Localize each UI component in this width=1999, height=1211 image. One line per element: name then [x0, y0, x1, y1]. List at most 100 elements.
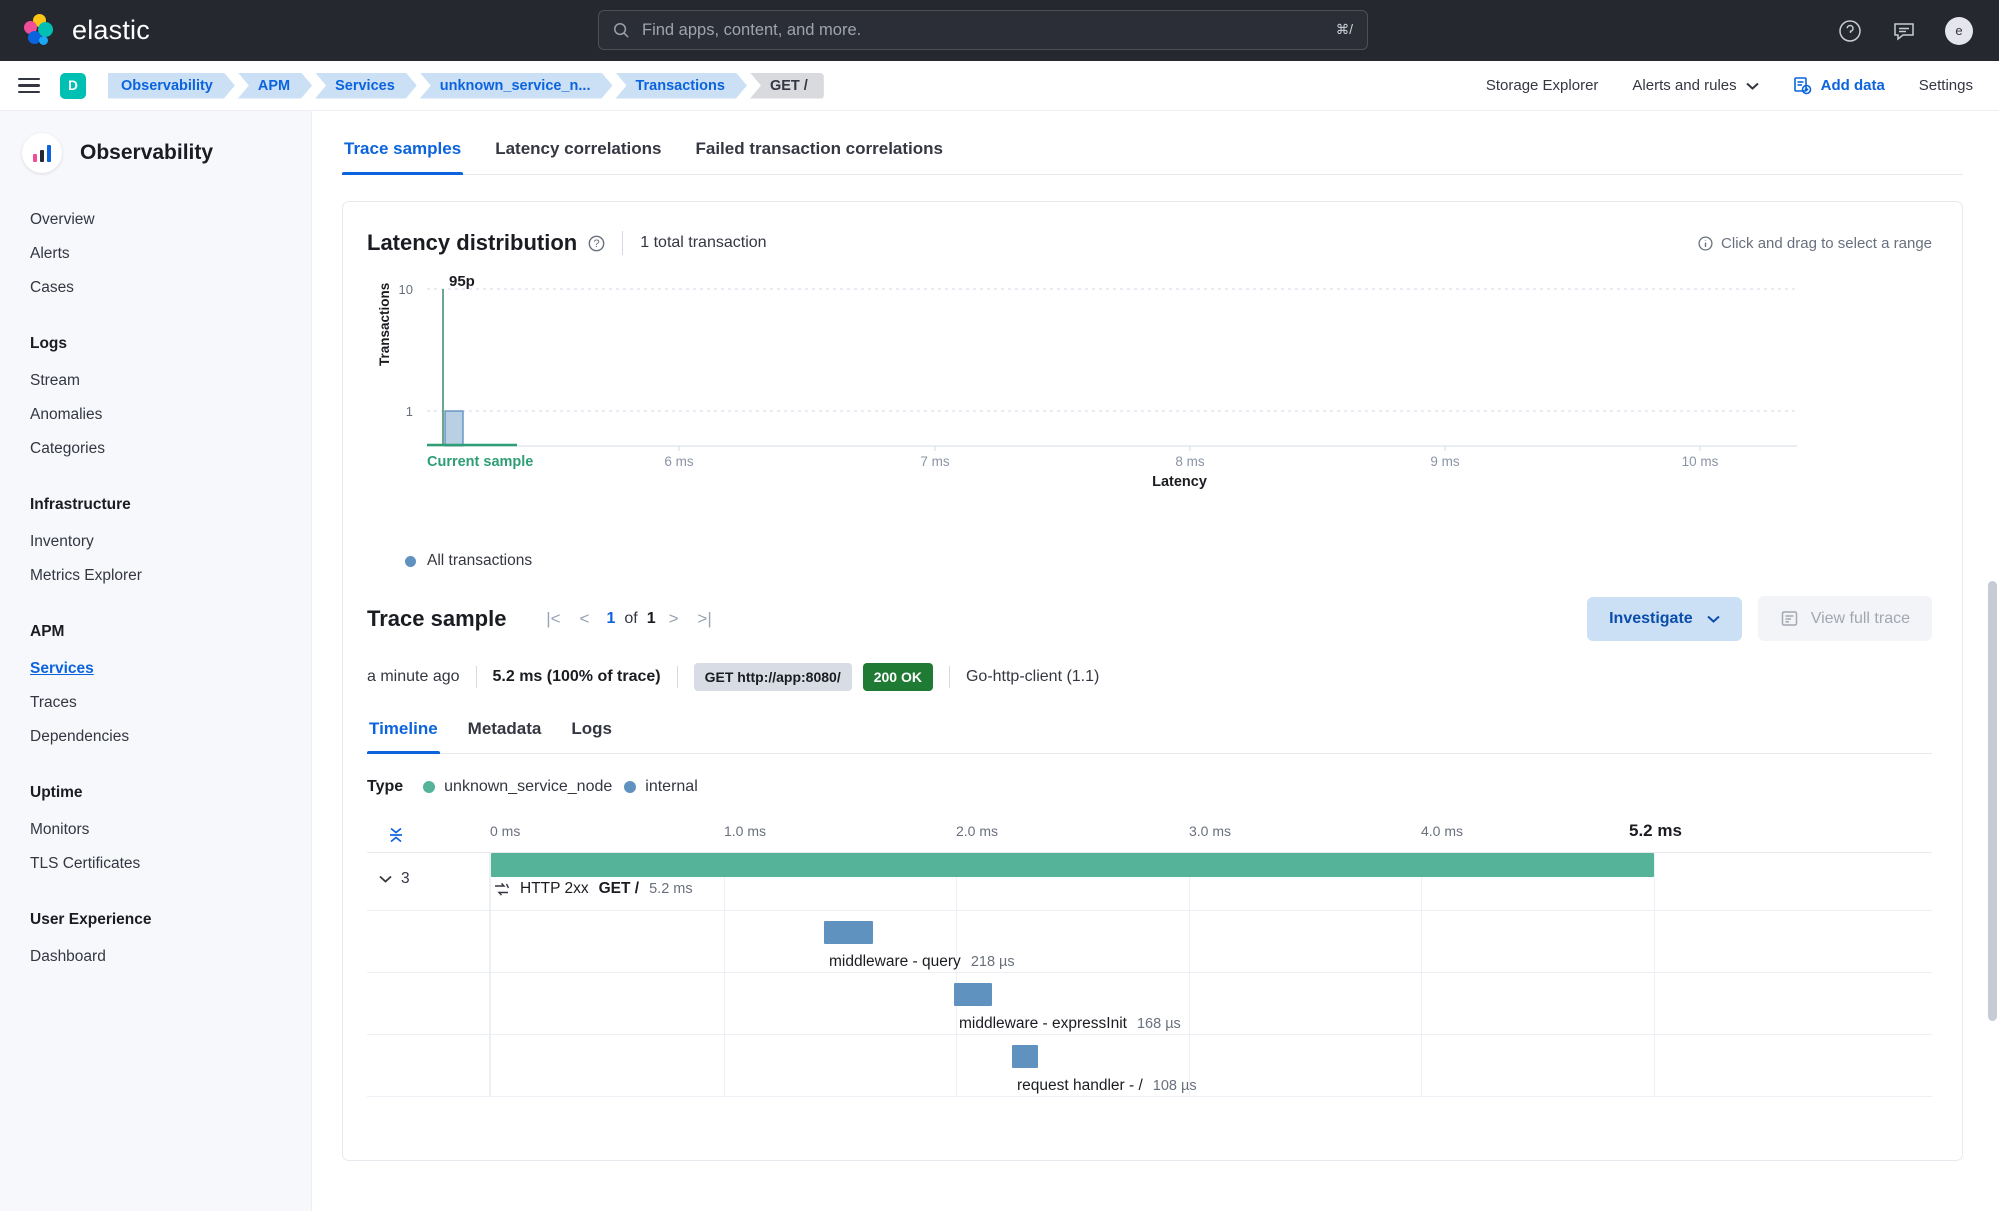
waterfall-span-name: request handler - /: [1017, 1077, 1143, 1095]
pager-next-button[interactable]: >: [661, 606, 687, 632]
space-avatar[interactable]: D: [60, 73, 86, 99]
latency-distribution-chart[interactable]: Transactions 10 1 95p: [367, 274, 1932, 524]
waterfall-rows: 3 HTTP 2xx GET / 5.2 ms: [367, 852, 1932, 1097]
waterfall-row-gutter: [367, 1035, 490, 1096]
pager-first-button[interactable]: |<: [540, 606, 566, 632]
waterfall-row-gutter: 3: [367, 853, 490, 910]
question-mark-icon[interactable]: ?: [588, 235, 605, 252]
waterfall-bar-middleware-query[interactable]: [824, 921, 873, 944]
user-agent-label: Go-http-client (1.1): [966, 668, 1099, 686]
waterfall-span-duration: 218 µs: [971, 954, 1015, 970]
svg-text:10: 10: [399, 282, 413, 297]
menu-toggle-icon[interactable]: [18, 78, 40, 94]
sidebar-item-dependencies[interactable]: Dependencies: [0, 720, 311, 754]
tab-latency-correlations[interactable]: Latency correlations: [493, 133, 663, 174]
sidebar-item-tls-certificates[interactable]: TLS Certificates: [0, 847, 311, 881]
latency-distribution-header: Latency distribution ? 1 total transacti…: [367, 230, 1932, 256]
expand-children-toggle[interactable]: 3: [379, 870, 410, 888]
waterfall-type-legend: Type unknown_service_node internal: [367, 778, 1932, 796]
axis-tick-end: 5.2 ms: [1629, 821, 1682, 841]
sidebar: Observability Overview Alerts Cases Logs…: [0, 111, 312, 1211]
waterfall-row[interactable]: request handler - / 108 µs: [367, 1035, 1932, 1097]
brand-name: elastic: [72, 15, 150, 46]
feedback-icon[interactable]: [1891, 18, 1917, 44]
waterfall-row[interactable]: middleware - expressInit 168 µs: [367, 973, 1932, 1035]
total-transactions-label: 1 total transaction: [640, 234, 766, 252]
sidebar-item-anomalies[interactable]: Anomalies: [0, 398, 311, 432]
add-data-button[interactable]: Add data: [1793, 76, 1885, 95]
pager-prev-button[interactable]: <: [571, 606, 597, 632]
sidebar-item-stream[interactable]: Stream: [0, 364, 311, 398]
sidebar-item-dashboard[interactable]: Dashboard: [0, 940, 311, 974]
legend-color-swatch: [624, 781, 636, 793]
sidebar-item-inventory[interactable]: Inventory: [0, 525, 311, 559]
waterfall-axis: 0 ms 1.0 ms 2.0 ms 3.0 ms 4.0 ms 5.2 ms: [367, 818, 1932, 852]
waterfall-row[interactable]: middleware - query 218 µs: [367, 911, 1932, 973]
chevron-down-icon: [379, 875, 392, 883]
trace-sample-meta: a minute ago 5.2 ms (100% of trace) GET …: [367, 663, 1932, 691]
settings-link[interactable]: Settings: [1919, 77, 1973, 94]
sidebar-title: Observability: [80, 141, 213, 165]
sidebar-item-services[interactable]: Services: [0, 652, 311, 686]
help-icon[interactable]: [1837, 18, 1863, 44]
svg-text:1: 1: [406, 404, 413, 419]
tab-metadata[interactable]: Metadata: [466, 713, 544, 753]
trace-duration: 5.2 ms (100% of trace): [493, 668, 661, 686]
global-search[interactable]: Find apps, content, and more. ⌘/: [598, 10, 1368, 50]
tab-timeline[interactable]: Timeline: [367, 713, 440, 753]
tab-trace-samples[interactable]: Trace samples: [342, 133, 463, 174]
sidebar-item-cases[interactable]: Cases: [0, 271, 311, 305]
type-legend-item-service[interactable]: unknown_service_node: [423, 778, 612, 796]
alerts-and-rules-dropdown[interactable]: Alerts and rules: [1632, 77, 1758, 94]
breadcrumb-observability[interactable]: Observability: [108, 73, 235, 99]
chart-canvas: 10 1 95p Current sample: [367, 274, 1807, 479]
search-input[interactable]: Find apps, content, and more.: [642, 21, 1324, 40]
breadcrumb-service-name[interactable]: unknown_service_n...: [420, 73, 613, 99]
document-icon: [1780, 609, 1799, 628]
sidebar-item-metrics-explorer[interactable]: Metrics Explorer: [0, 559, 311, 593]
chart-legend[interactable]: All transactions: [405, 552, 1932, 570]
svg-text:Current sample: Current sample: [427, 454, 533, 470]
storage-explorer-link[interactable]: Storage Explorer: [1486, 77, 1599, 94]
sidebar-group-logs: Logs Stream Anomalies Categories: [0, 313, 311, 466]
view-full-trace-button[interactable]: View full trace: [1758, 596, 1932, 641]
waterfall-bar-root[interactable]: [491, 853, 1654, 877]
type-legend-item-internal[interactable]: internal: [624, 778, 697, 796]
tab-logs[interactable]: Logs: [569, 713, 614, 753]
chevron-down-icon: [1746, 82, 1759, 90]
vertical-scrollbar[interactable]: [1988, 581, 1997, 1021]
sidebar-group-infrastructure: Infrastructure Inventory Metrics Explore…: [0, 474, 311, 593]
avatar[interactable]: e: [1945, 17, 1973, 45]
sidebar-group-label-logs: Logs: [0, 313, 311, 364]
pager-last-button[interactable]: >|: [692, 606, 718, 632]
drag-hint: Click and drag to select a range: [1698, 235, 1932, 252]
waterfall-bar-middleware-expressinit[interactable]: [954, 983, 992, 1006]
sidebar-group-user-experience: User Experience Dashboard: [0, 889, 311, 974]
breadcrumb-services[interactable]: Services: [315, 73, 417, 99]
legend-color-swatch: [423, 781, 435, 793]
sidebar-group-apm: APM Services Traces Dependencies: [0, 601, 311, 754]
http-request-icon: [493, 882, 510, 897]
waterfall-span-duration: 168 µs: [1137, 1016, 1181, 1032]
tab-failed-transaction-correlations[interactable]: Failed transaction correlations: [693, 133, 945, 174]
sidebar-item-categories[interactable]: Categories: [0, 432, 311, 466]
waterfall-row-root[interactable]: 3 HTTP 2xx GET / 5.2 ms: [367, 853, 1932, 911]
waterfall-bar-request-handler[interactable]: [1012, 1045, 1038, 1068]
breadcrumb-apm[interactable]: APM: [238, 73, 312, 99]
sidebar-item-traces[interactable]: Traces: [0, 686, 311, 720]
sidebar-item-overview[interactable]: Overview: [0, 203, 311, 237]
svg-text:95p: 95p: [449, 274, 475, 290]
investigate-button[interactable]: Investigate: [1587, 597, 1742, 641]
sidebar-group-label-uptime: Uptime: [0, 762, 311, 813]
observability-icon: [22, 133, 62, 173]
waterfall: 0 ms 1.0 ms 2.0 ms 3.0 ms 4.0 ms 5.2 ms: [367, 818, 1932, 1097]
breadcrumb-transactions[interactable]: Transactions: [615, 73, 746, 99]
waterfall-label-request-handler: request handler - / 108 µs: [1017, 1077, 1197, 1095]
sidebar-item-monitors[interactable]: Monitors: [0, 813, 311, 847]
waterfall-span-duration: 108 µs: [1153, 1078, 1197, 1094]
sidebar-item-alerts[interactable]: Alerts: [0, 237, 311, 271]
view-full-trace-label: View full trace: [1811, 610, 1910, 628]
divider: [949, 666, 950, 688]
breadcrumb-bar: D Observability APM Services unknown_ser…: [0, 61, 1999, 111]
top-actions: e: [1837, 17, 1999, 45]
